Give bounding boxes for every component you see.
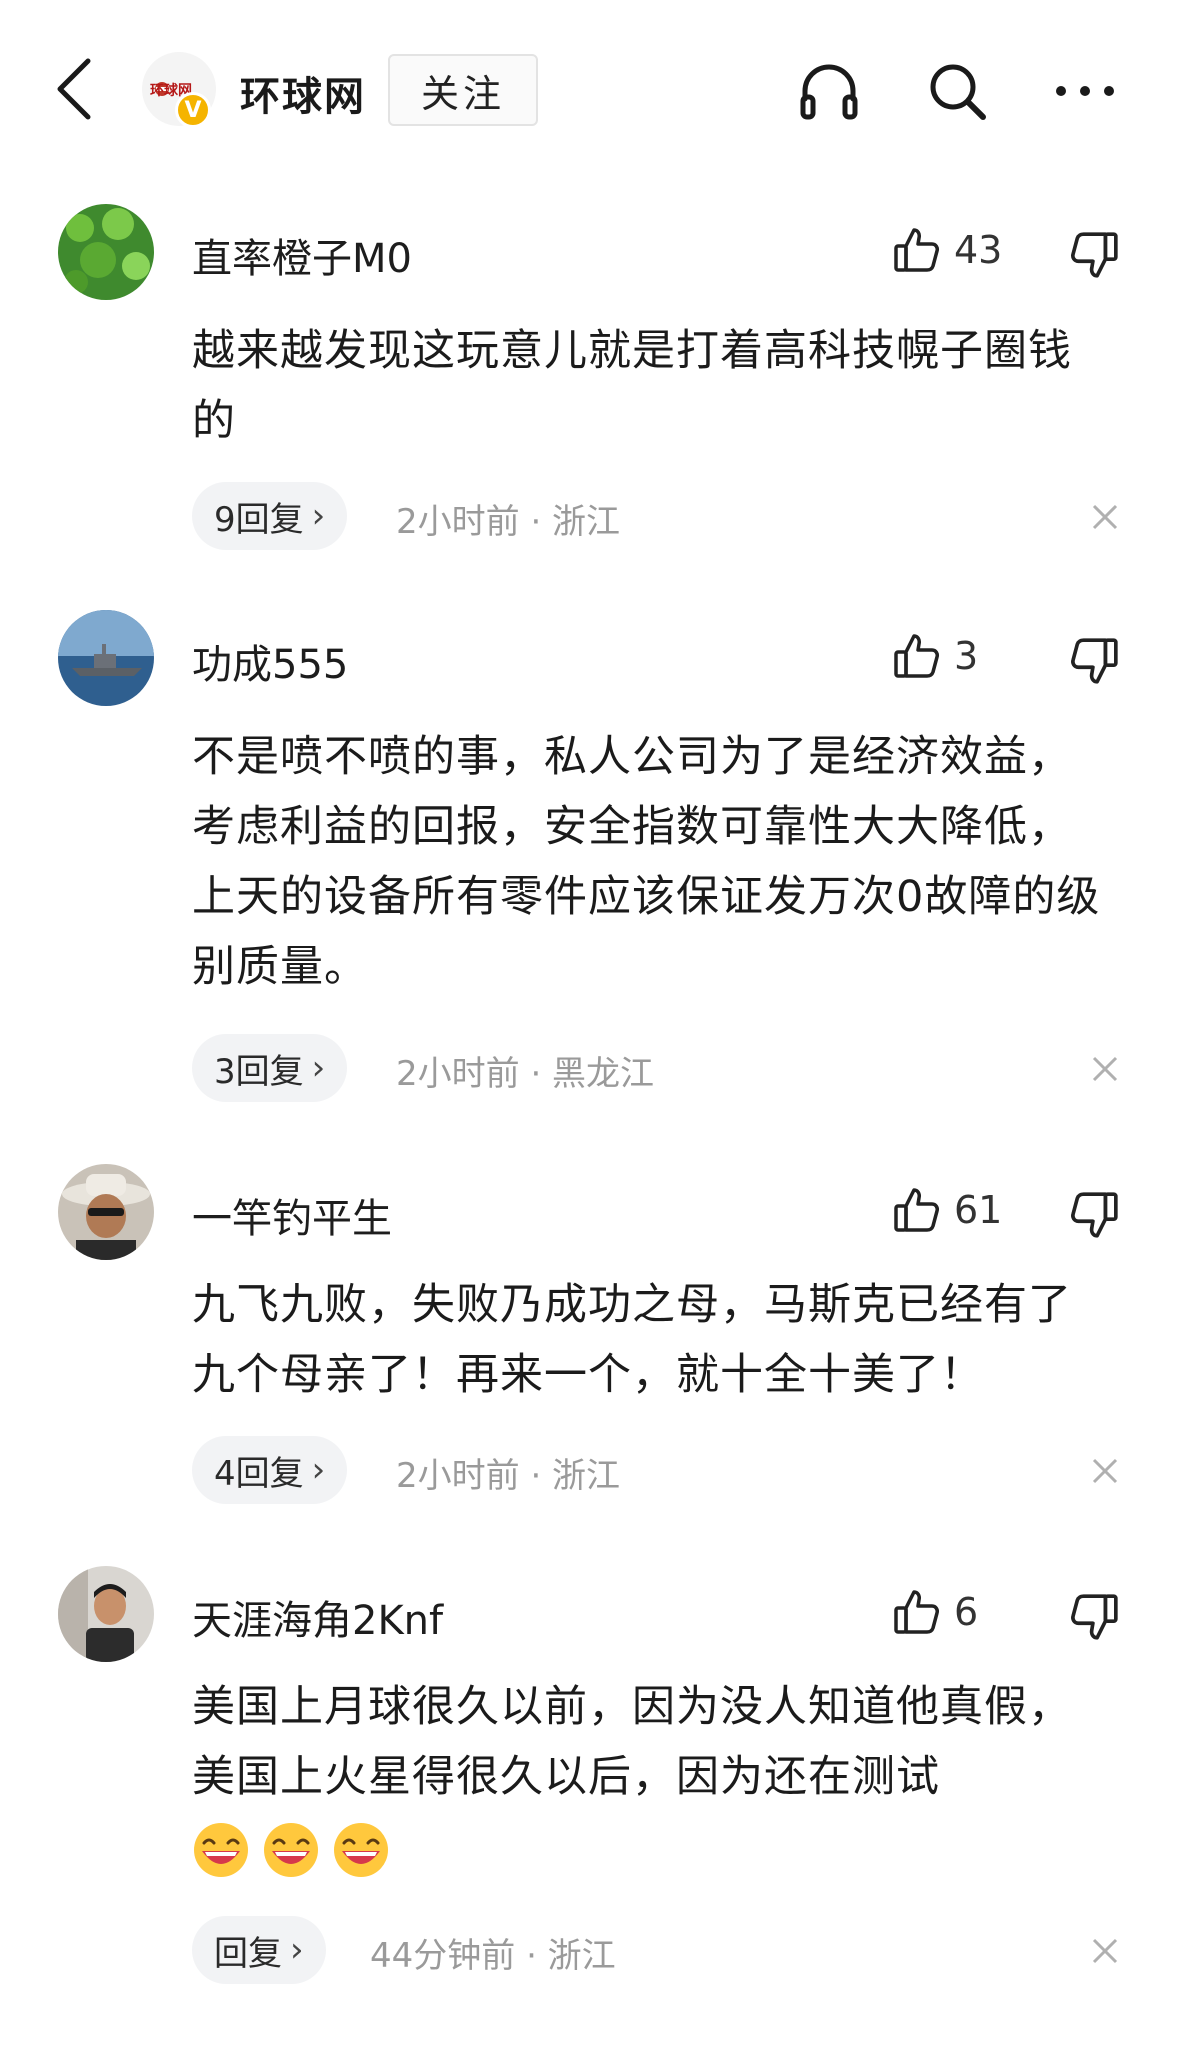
more-button[interactable] xyxy=(1048,54,1122,128)
like-count: 43 xyxy=(954,228,1003,272)
comment-meta: 44分钟前 · 浙江 xyxy=(370,1936,616,1976)
search-icon xyxy=(930,64,986,120)
chevron-left-icon xyxy=(57,58,91,120)
verified-badge: V xyxy=(175,92,211,128)
comment-text: 越来越发现这玩意儿就是打着高科技幌子圈钱的 xyxy=(192,326,1072,446)
back-button[interactable] xyxy=(44,52,104,126)
thumbs-down-icon[interactable] xyxy=(1070,1190,1120,1240)
comment-meta: 2小时前 · 黑龙江 xyxy=(396,1054,655,1094)
comment-meta: 2小时前 · 浙江 xyxy=(396,502,621,542)
close-icon[interactable] xyxy=(1088,1454,1122,1488)
person-avatar-icon xyxy=(58,1566,154,1662)
user-avatar[interactable] xyxy=(58,204,154,300)
follow-button[interactable]: 关注 xyxy=(388,54,538,126)
user-name[interactable]: 功成555 xyxy=(192,632,348,690)
close-icon[interactable] xyxy=(1088,500,1122,534)
replies-count: 3回复 xyxy=(214,1051,304,1092)
grinning-face-emoji xyxy=(334,1822,388,1877)
user-avatar[interactable] xyxy=(58,610,154,706)
like-count: 3 xyxy=(954,634,979,678)
thumbs-down-icon[interactable] xyxy=(1070,636,1120,686)
close-icon[interactable] xyxy=(1088,1934,1122,1968)
thumbs-down-icon[interactable] xyxy=(1070,230,1120,280)
reply-label: 回复 xyxy=(214,1933,282,1974)
user-name[interactable]: 一竿钓平生 xyxy=(192,1186,392,1244)
headphones-icon xyxy=(800,64,858,120)
grinning-face-emoji xyxy=(194,1822,248,1877)
thumbs-up-icon xyxy=(894,228,939,272)
replies-button[interactable]: 3回复 › xyxy=(192,1034,348,1102)
thumbs-down-icon[interactable] xyxy=(1070,1592,1120,1642)
thumbs-up-icon xyxy=(894,1188,939,1232)
like-count: 6 xyxy=(954,1590,979,1634)
ship-avatar-icon xyxy=(58,610,154,706)
replies-button[interactable]: 9回复 › xyxy=(192,482,348,550)
close-icon[interactable] xyxy=(1088,1052,1122,1086)
search-button[interactable] xyxy=(920,54,994,128)
like-count: 61 xyxy=(954,1188,1003,1232)
user-avatar[interactable] xyxy=(58,1164,154,1260)
user-name[interactable]: 天涯海角2Knf xyxy=(192,1588,443,1646)
thumbs-up-icon xyxy=(894,1590,939,1634)
publisher-name[interactable]: 环球网 xyxy=(240,64,366,122)
like-button[interactable]: 3 xyxy=(892,632,978,680)
replies-button[interactable]: 回复 › xyxy=(192,1916,326,1984)
chevron-right-icon: › xyxy=(311,1450,326,1490)
user-name[interactable]: 直率橙子M0 xyxy=(192,226,412,284)
comment-text: 美国上月球很久以前，因为没人知道他真假，美国上火星得很久以后，因为还在测试 xyxy=(192,1672,1102,1882)
comment-text-body: 美国上月球很久以前，因为没人知道他真假，美国上火星得很久以后，因为还在测试 xyxy=(192,1682,1072,1802)
replies-count: 9回复 xyxy=(214,499,304,540)
emoji-group xyxy=(192,1821,390,1879)
more-icon xyxy=(1056,86,1114,96)
chevron-right-icon: › xyxy=(290,1930,304,1970)
chevron-right-icon: › xyxy=(311,496,326,536)
grinning-face-emoji xyxy=(264,1822,318,1877)
like-button[interactable]: 6 xyxy=(892,1588,978,1636)
replies-button[interactable]: 4回复 › xyxy=(192,1436,348,1504)
top-bar: 环球网 V 环球网 关注 xyxy=(0,0,1179,180)
listen-button[interactable] xyxy=(792,54,866,128)
clover-avatar-icon xyxy=(58,204,154,300)
person-hat-avatar-icon xyxy=(58,1164,154,1260)
like-button[interactable]: 43 xyxy=(892,226,1002,274)
comment-text: 不是喷不喷的事，私人公司为了是经济效益，考虑利益的回报，安全指数可靠性大大降低，… xyxy=(192,732,1101,992)
replies-count: 4回复 xyxy=(214,1453,304,1494)
comment-meta: 2小时前 · 浙江 xyxy=(396,1456,621,1496)
chevron-right-icon: › xyxy=(311,1048,326,1088)
user-avatar[interactable] xyxy=(58,1566,154,1662)
thumbs-up-icon xyxy=(894,634,939,678)
like-button[interactable]: 61 xyxy=(892,1186,1002,1234)
comment-text: 九飞九败，失败乃成功之母，马斯克已经有了九个母亲了！再来一个，就十全十美了！ xyxy=(192,1280,1072,1400)
